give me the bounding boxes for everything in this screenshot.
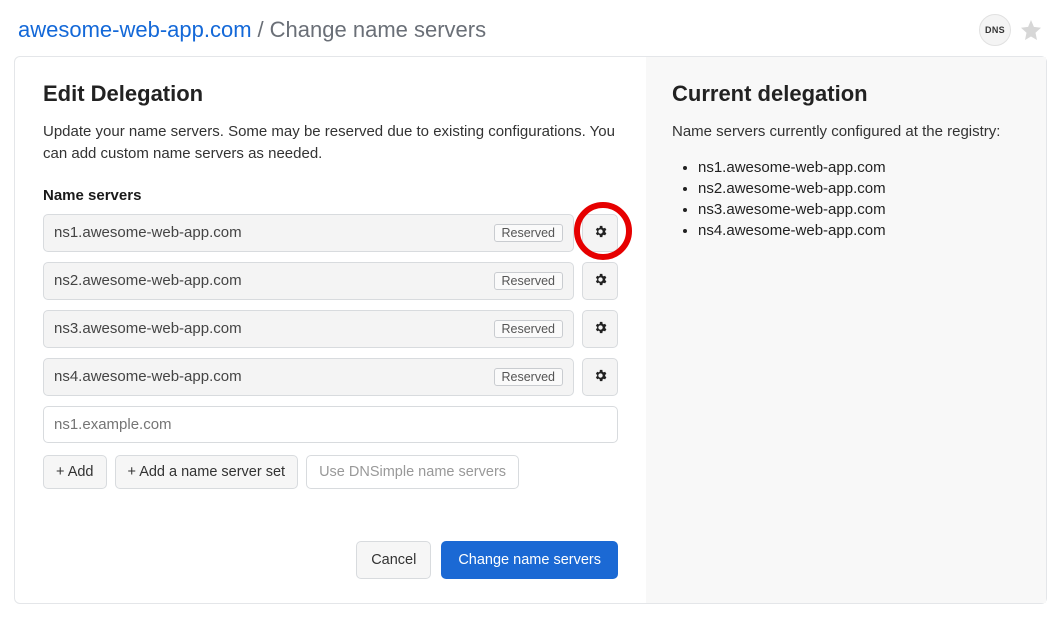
new-name-server-row [43,406,618,443]
name-server-value: ns3.awesome-web-app.com [54,320,242,337]
current-delegation-panel: Current delegation Name servers currentl… [646,57,1046,603]
gear-icon [593,320,608,338]
add-name-server-set-button[interactable]: + Add a name server set [115,455,299,489]
name-server-field: ns3.awesome-web-app.com Reserved [43,310,574,348]
page-header: awesome-web-app.com / Change name server… [0,0,1061,56]
gear-icon [593,224,608,242]
new-name-server-input[interactable] [43,406,618,443]
name-server-row: ns1.awesome-web-app.com Reserved [43,214,618,252]
gear-icon [593,368,608,386]
name-server-value: ns4.awesome-web-app.com [54,368,242,385]
current-description: Name servers currently configured at the… [672,121,1020,143]
name-server-row: ns2.awesome-web-app.com Reserved [43,262,618,300]
reserved-badge: Reserved [494,272,564,290]
star-icon[interactable] [1019,18,1043,42]
configure-name-server-button[interactable] [582,310,618,348]
configure-name-server-button[interactable] [582,262,618,300]
name-servers-label: Name servers [43,187,618,204]
breadcrumb-separator: / [258,17,264,43]
add-buttons-row: + Add + Add a name server set Use DNSimp… [43,455,618,489]
gear-icon [593,272,608,290]
breadcrumb-page: Change name servers [270,17,486,43]
name-server-value: ns2.awesome-web-app.com [54,272,242,289]
reserved-badge: Reserved [494,368,564,386]
current-name-server-list: ns1.awesome-web-app.com ns2.awesome-web-… [672,157,1020,241]
configure-name-server-button[interactable] [582,214,618,252]
cancel-button[interactable]: Cancel [356,541,431,579]
submit-button[interactable]: Change name servers [441,541,618,579]
breadcrumb-domain-link[interactable]: awesome-web-app.com [18,17,252,43]
form-footer: Cancel Change name servers [43,541,618,579]
current-title: Current delegation [672,81,1020,107]
name-server-field: ns1.awesome-web-app.com Reserved [43,214,574,252]
list-item: ns2.awesome-web-app.com [698,178,1020,199]
reserved-badge: Reserved [494,320,564,338]
content: Edit Delegation Update your name servers… [0,56,1061,618]
header-actions: DNS [979,14,1043,46]
breadcrumb: awesome-web-app.com / Change name server… [18,17,486,43]
list-item: ns3.awesome-web-app.com [698,199,1020,220]
reserved-badge: Reserved [494,224,564,242]
name-server-value: ns1.awesome-web-app.com [54,224,242,241]
add-button[interactable]: + Add [43,455,107,489]
panels: Edit Delegation Update your name servers… [14,56,1047,604]
name-server-field: ns2.awesome-web-app.com Reserved [43,262,574,300]
edit-description: Update your name servers. Some may be re… [43,121,618,165]
configure-name-server-button[interactable] [582,358,618,396]
dns-badge[interactable]: DNS [979,14,1011,46]
name-server-field: ns4.awesome-web-app.com Reserved [43,358,574,396]
list-item: ns1.awesome-web-app.com [698,157,1020,178]
name-server-row: ns4.awesome-web-app.com Reserved [43,358,618,396]
use-dnsimple-button[interactable]: Use DNSimple name servers [306,455,519,489]
name-server-row: ns3.awesome-web-app.com Reserved [43,310,618,348]
edit-title: Edit Delegation [43,81,618,107]
list-item: ns4.awesome-web-app.com [698,220,1020,241]
edit-delegation-panel: Edit Delegation Update your name servers… [15,57,646,603]
